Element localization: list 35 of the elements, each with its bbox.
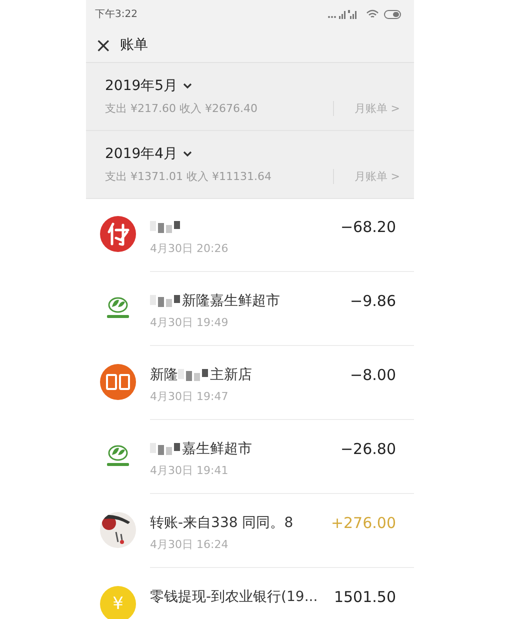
month-selector[interactable]: 2019年5月	[105, 77, 192, 95]
transaction-time: 4月30日 19:47	[150, 389, 230, 404]
pixelated-text-drawing	[150, 443, 180, 455]
transaction-time: 4月30日 20:26	[150, 241, 230, 256]
month-summary: 支出 ¥217.60 收入 ¥2676.40	[105, 101, 258, 116]
chevron-down-icon	[182, 83, 192, 89]
pixelated-text-drawing	[178, 369, 208, 381]
pixelated-text-drawing	[150, 221, 180, 233]
transaction-amount: 1501.50	[334, 587, 396, 608]
transaction-name: 嘉生鲜超市	[182, 440, 252, 458]
transaction-name: 零钱提现-到农业银行(19...	[150, 588, 318, 606]
transaction-name: 新隆嘉生鲜超市	[182, 292, 280, 310]
transaction-name: 主新店	[210, 366, 252, 384]
transaction-time: 4月30日 19:41	[150, 463, 230, 478]
battery-icon	[384, 10, 402, 18]
transaction-amount: +276.00	[330, 513, 396, 534]
pixelated-text-drawing	[150, 295, 180, 307]
chevron-down-icon	[182, 151, 192, 157]
transaction-amount: −26.80	[340, 439, 396, 460]
transaction-name: 新隆	[150, 366, 178, 384]
payment-logo-icon	[100, 216, 136, 252]
page-title: 账单	[120, 36, 148, 54]
transaction-time: 4月30日 19:49	[150, 315, 230, 330]
transaction-amount: −9.86	[350, 291, 396, 312]
wifi-icon	[366, 9, 379, 19]
close-button[interactable]: ×	[95, 35, 112, 55]
transaction-time: 4月30日 16:24	[150, 537, 230, 552]
coin-icon: ¥	[100, 586, 136, 619]
month-summary: 支出 ¥1371.01 收入 ¥11131.64	[105, 169, 272, 184]
transaction-amount: −68.20	[340, 217, 396, 238]
transaction-name: 转账-来自338 同同。8	[150, 514, 294, 532]
month-selector[interactable]: 2019年4月	[105, 145, 192, 163]
store-logo-icon	[100, 364, 136, 400]
status-time: 下午3:22	[95, 8, 138, 21]
transaction-amount: −8.00	[350, 365, 396, 386]
